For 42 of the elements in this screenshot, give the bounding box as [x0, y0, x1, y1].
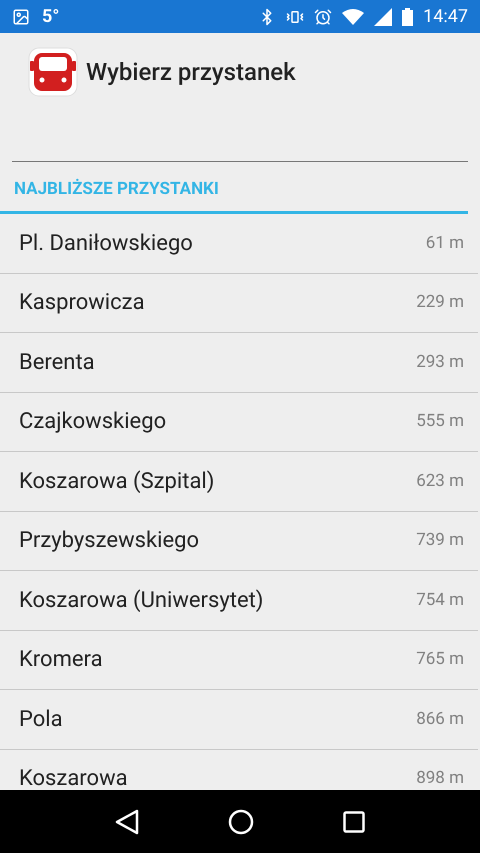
stop-list-item[interactable]: Koszarowa (Szpital) 623 m	[0, 452, 478, 512]
stop-distance: 623 m	[416, 470, 464, 492]
stop-distance: 866 m	[416, 708, 464, 730]
clock-text: 14:47	[423, 5, 468, 29]
stop-list-item[interactable]: Kasprowicza 229 m	[0, 274, 478, 333]
stop-distance: 229 m	[416, 291, 464, 314]
stop-list-item[interactable]: Przybyszewskiego 739 m	[0, 512, 478, 571]
stop-name: Przybyszewskiego	[19, 527, 200, 556]
section-header: NAJBLIŻSZE PRZYSTANKI	[14, 178, 219, 200]
stop-distance: 293 m	[416, 350, 464, 374]
stop-name: Koszarowa (Szpital)	[19, 468, 214, 496]
stop-name: Kasprowicza	[19, 289, 145, 318]
battery-icon	[402, 8, 414, 26]
alarm-icon	[314, 8, 332, 26]
stop-name: Pola	[19, 706, 63, 734]
stop-name: Kromera	[19, 646, 103, 674]
temperature-text: 5°	[42, 5, 60, 29]
stop-list-item[interactable]: Berenta 293 m	[0, 333, 478, 392]
picture-notification-icon	[12, 8, 30, 26]
stop-name: Pl. Daniłowskiego	[19, 230, 193, 258]
stop-distance: 754 m	[416, 588, 464, 612]
stop-distance: 765 m	[416, 648, 464, 671]
stop-name: Koszarowa (Uniwersytet)	[19, 586, 264, 615]
stop-list-item[interactable]: Pl. Daniłowskiego 61 m	[0, 214, 478, 274]
stop-name: Czajkowskiego	[19, 408, 166, 436]
stop-distance: 555 m	[416, 410, 464, 433]
page-title: Wybierz przystanek	[86, 57, 296, 88]
stop-list-item[interactable]: Koszarowa (Uniwersytet) 754 m	[0, 571, 478, 630]
stop-distance: 61 m	[426, 232, 464, 254]
signal-icon	[374, 8, 392, 26]
home-icon[interactable]	[228, 808, 254, 834]
stop-name: Koszarowa	[19, 765, 128, 790]
bus-icon	[28, 47, 78, 97]
recent-apps-icon[interactable]	[343, 810, 366, 832]
stop-distance: 898 m	[416, 767, 464, 790]
stop-distance: 739 m	[416, 529, 464, 552]
wifi-icon	[342, 8, 364, 24]
stop-list-item[interactable]: Czajkowskiego 555 m	[0, 392, 478, 452]
back-icon[interactable]	[114, 808, 139, 834]
stop-list-item[interactable]: Kromera 765 m	[0, 630, 478, 690]
stop-name: Berenta	[19, 348, 95, 377]
stop-list-item[interactable]: Pola 866 m	[0, 690, 478, 750]
